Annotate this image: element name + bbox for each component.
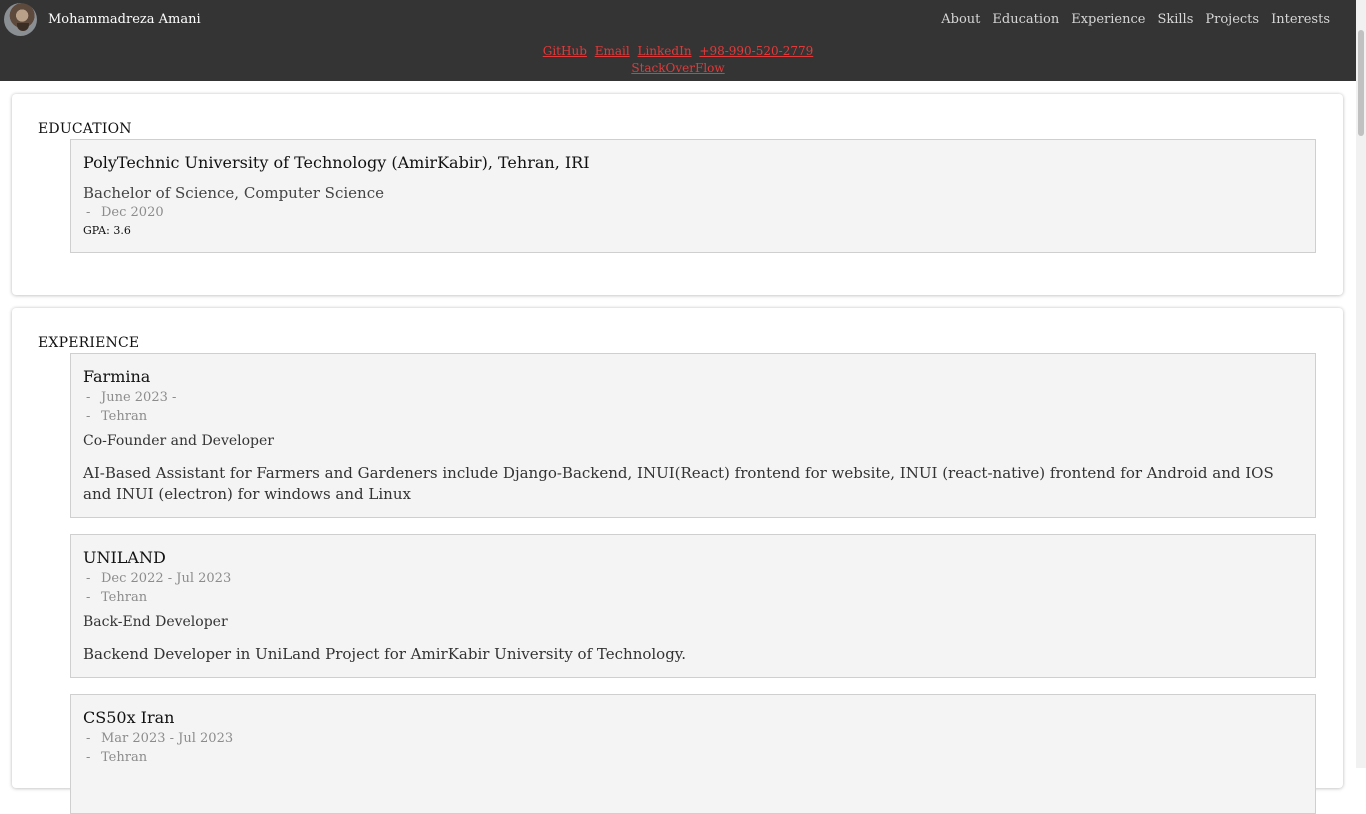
job-description: Backend Developer in UniLand Project for…: [83, 645, 687, 663]
stackoverflow-link[interactable]: StackOverFlow: [631, 61, 724, 75]
experience-section: EXPERIENCE Farmina - June 2023 - - Tehran …: [12, 308, 1343, 814]
nav-interests[interactable]: Interests: [1271, 11, 1330, 29]
nav-experience[interactable]: Experience: [1071, 11, 1145, 29]
job-role: Back-End Developer: [83, 614, 228, 630]
experience-card-farmina: Farmina - June 2023 - - Tehran Co-Founder …: [70, 353, 1316, 518]
github-link[interactable]: GitHub: [543, 44, 587, 58]
education-section: EDUCATION PolyTechnic University of Tech…: [12, 94, 1343, 295]
phone-link[interactable]: +98-990-520-2779: [699, 44, 813, 58]
company-name: CS50x Iran: [83, 708, 175, 727]
degree: Bachelor of Science, Computer Science: [83, 184, 384, 202]
nav-skills[interactable]: Skills: [1157, 11, 1193, 29]
experience-card-uniland: UNILAND - Dec 2022 - Jul 2023 - Tehran Bac…: [70, 534, 1316, 678]
job-role: Co-Founder and Developer: [83, 433, 274, 449]
experience-heading: EXPERIENCE: [38, 335, 140, 351]
gpa: GPA: 3.6: [83, 224, 131, 237]
linkedin-link[interactable]: LinkedIn: [638, 44, 692, 58]
nav-projects[interactable]: Projects: [1205, 11, 1259, 29]
experience-location: - Tehran: [86, 409, 148, 424]
education-date: - Dec 2020: [86, 205, 164, 220]
experience-location: - Tehran: [86, 750, 148, 765]
company-name: Farmina: [83, 367, 151, 386]
brand-name[interactable]: Mohammadreza Amani: [48, 11, 201, 29]
experience-location: - Tehran: [86, 590, 148, 605]
top-navbar: Mohammadreza Amani About Education Exper…: [0, 0, 1356, 81]
education-heading: EDUCATION: [38, 121, 132, 137]
scrollbar-thumb[interactable]: [1358, 30, 1364, 136]
education-card: PolyTechnic University of Technology (Am…: [70, 139, 1316, 253]
experience-date: - Mar 2023 - Jul 2023: [86, 731, 234, 746]
contact-links: GitHub Email LinkedIn +98-990-520-2779 S…: [0, 43, 1356, 77]
main-nav: About Education Experience Skills Projec…: [941, 11, 1330, 29]
job-description: AI-Based Assistant for Farmers and Garde…: [83, 464, 1274, 503]
school-name: PolyTechnic University of Technology (Am…: [83, 153, 590, 172]
company-name: UNILAND: [83, 548, 166, 567]
experience-card-cs50x: CS50x Iran - Mar 2023 - Jul 2023 - Tehran: [70, 694, 1316, 814]
nav-about[interactable]: About: [941, 11, 980, 29]
nav-education[interactable]: Education: [992, 11, 1059, 29]
page-scrollbar[interactable]: [1356, 0, 1366, 768]
experience-date: - Dec 2022 - Jul 2023: [86, 571, 232, 586]
email-link[interactable]: Email: [595, 44, 630, 58]
experience-date: - June 2023 -: [86, 390, 177, 405]
profile-avatar[interactable]: [4, 3, 37, 36]
